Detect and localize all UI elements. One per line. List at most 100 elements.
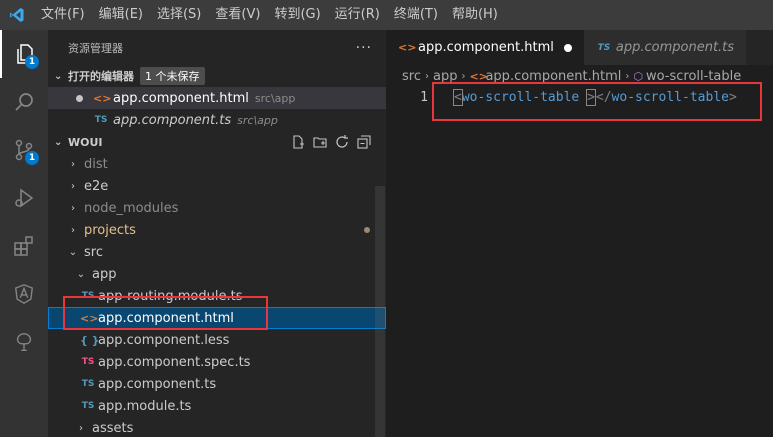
more-actions-button[interactable]: ··· — [356, 40, 372, 56]
ts-file-icon: TS — [81, 379, 95, 389]
open-editor-name: app.component.html — [113, 90, 249, 106]
tree-item-label: dist — [84, 156, 108, 172]
tab-app-component-html[interactable]: <> app.component.html — [386, 30, 584, 65]
annotation-box-file — [63, 296, 268, 330]
dirty-dot-icon — [76, 94, 83, 102]
tree-item-label: app.component.ts — [98, 376, 217, 392]
menu-bar: 文件(F) 编辑(E) 选择(S) 查看(V) 转到(G) 运行(R) 终端(T… — [0, 0, 773, 30]
tree-item-projects[interactable]: › projects — [48, 219, 386, 241]
new-file-icon[interactable] — [290, 134, 306, 150]
menu-go[interactable]: 转到(G) — [267, 0, 327, 30]
new-folder-icon[interactable] — [312, 134, 328, 150]
tree-item-label: app.module.ts — [98, 398, 192, 414]
menu-run[interactable]: 运行(R) — [328, 0, 387, 30]
html-file-icon: <> — [469, 69, 488, 83]
tree-item-dist[interactable]: › dist — [48, 153, 386, 175]
unsaved-dot-icon[interactable] — [563, 43, 572, 52]
open-editor-path: src\app — [254, 91, 296, 105]
line-number: 1 — [420, 90, 428, 105]
tree-item-assets[interactable]: › assets — [48, 417, 386, 437]
breadcrumb-item[interactable]: src — [402, 69, 421, 84]
chevron-down-icon: ⌄ — [76, 268, 86, 280]
chevron-down-icon: ⌄ — [54, 136, 63, 148]
explorer-title: 资源管理器 — [68, 41, 123, 55]
chevron-right-icon: › — [424, 70, 429, 82]
chevron-right-icon: › — [71, 202, 75, 214]
sidebar-scrollbar[interactable] — [375, 186, 385, 437]
annotation-box-code — [432, 82, 762, 121]
tree-item-label: app.component.less — [98, 332, 230, 348]
extensions-activity[interactable] — [0, 222, 48, 270]
html-file-icon: <> — [93, 91, 112, 105]
chevron-down-icon: ⌄ — [54, 70, 63, 82]
tree-item-label: node_modules — [84, 200, 179, 216]
angular-activity[interactable] — [0, 270, 48, 318]
tree-item-node-modules[interactable]: › node_modules — [48, 197, 386, 219]
workspace-actions — [290, 131, 372, 153]
tree-item-app-component-ts[interactable]: TS app.component.ts — [48, 373, 386, 395]
open-editors-label: 打开的编辑器 — [68, 70, 134, 83]
less-file-icon: { } — [80, 333, 100, 347]
explorer-sidebar: 资源管理器 ··· ⌄ 打开的编辑器 1 个未保存 <> app.compone… — [48, 30, 386, 437]
tab-label: app.component.html — [418, 40, 554, 55]
tab-label: app.component.ts — [615, 40, 735, 55]
extensions-icon — [14, 236, 33, 256]
modified-dot-icon — [364, 227, 370, 233]
ts-file-icon: TS — [94, 115, 108, 125]
open-editors-section[interactable]: ⌄ 打开的编辑器 1 个未保存 — [48, 65, 386, 87]
workspace-section[interactable]: ⌄ WOUI — [48, 131, 386, 153]
tree-item-label: assets — [92, 420, 134, 436]
tree-item-app-module[interactable]: TS app.module.ts — [48, 395, 386, 417]
tree-item-label: e2e — [84, 178, 109, 194]
tree-item-label: app.component.spec.ts — [98, 354, 251, 370]
scm-activity[interactable]: 1 — [0, 126, 48, 174]
cube-icon: ⬡ — [633, 69, 643, 83]
explorer-header: 资源管理器 ··· — [48, 30, 386, 65]
tree-item-app-component-less[interactable]: { } app.component.less — [48, 329, 386, 351]
unsaved-badge: 1 个未保存 — [140, 67, 205, 85]
ts-spec-file-icon: TS — [81, 357, 95, 367]
explorer-badge: 1 — [25, 55, 39, 69]
tree-item-e2e[interactable]: › e2e — [48, 175, 386, 197]
open-editor-item[interactable]: TS app.component.ts src\app — [48, 109, 386, 131]
chevron-right-icon: › — [71, 158, 75, 170]
search-icon — [15, 93, 33, 111]
activity-bar: 1 1 — [0, 30, 48, 437]
menu-file[interactable]: 文件(F) — [34, 0, 92, 30]
tree-item-label: projects — [84, 222, 136, 238]
chevron-down-icon: ⌄ — [68, 246, 78, 258]
collapse-all-icon[interactable] — [356, 134, 372, 150]
workspace-label: WOUI — [68, 135, 103, 149]
chevron-right-icon: › — [71, 224, 75, 236]
chevron-right-icon: › — [79, 422, 83, 434]
scm-badge: 1 — [25, 151, 39, 165]
editor-tabs: <> app.component.html TS app.component.t… — [386, 30, 773, 65]
tree-item-app-component-spec[interactable]: TS app.component.spec.ts — [48, 351, 386, 373]
chevron-right-icon: › — [625, 70, 630, 82]
open-editor-name: app.component.ts — [113, 112, 232, 128]
menu-view[interactable]: 查看(V) — [208, 0, 267, 30]
debug-activity[interactable] — [0, 174, 48, 222]
search-activity[interactable] — [0, 78, 48, 126]
ts-file-icon: TS — [81, 401, 95, 411]
refresh-icon[interactable] — [334, 134, 350, 150]
menu-selection[interactable]: 选择(S) — [150, 0, 208, 30]
open-editor-item[interactable]: <> app.component.html src\app — [48, 87, 386, 109]
menu-help[interactable]: 帮助(H) — [445, 0, 505, 30]
tab-app-component-ts[interactable]: TS app.component.ts — [583, 30, 747, 65]
menu-edit[interactable]: 编辑(E) — [92, 0, 150, 30]
tree-icon — [16, 333, 32, 351]
tree-activity[interactable] — [0, 318, 48, 366]
menu-terminal[interactable]: 终端(T) — [387, 0, 445, 30]
html-file-icon: <> — [398, 41, 417, 54]
tree-item-label: app — [92, 266, 117, 282]
open-editor-path: src\app — [237, 113, 278, 127]
tree-item-label: src — [84, 244, 103, 260]
angular-icon — [15, 284, 33, 304]
tree-item-app[interactable]: ⌄ app — [48, 263, 386, 285]
run-debug-icon — [15, 188, 34, 208]
vscode-logo-icon[interactable] — [0, 0, 34, 30]
tree-item-src[interactable]: ⌄ src — [48, 241, 386, 263]
explorer-activity[interactable]: 1 — [0, 30, 48, 78]
chevron-right-icon: › — [461, 70, 466, 82]
